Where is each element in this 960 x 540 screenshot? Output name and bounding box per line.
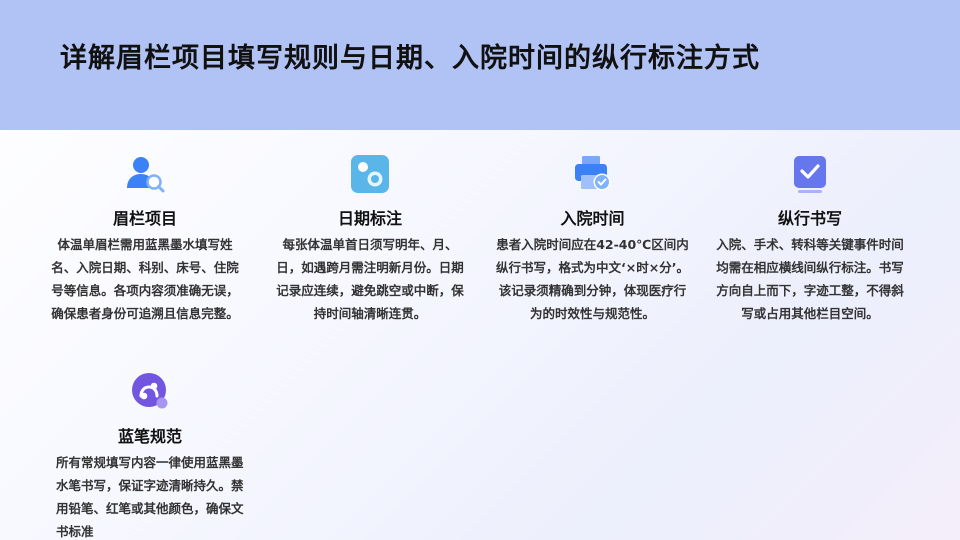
card-header-items: 眉栏项目 体温单眉栏需用蓝黑墨水填写姓名、入院日期、科别、床号、住院号等信息。各…: [50, 154, 240, 325]
card-vertical-writing: 纵行书写 入院、手术、转科等关键事件时间均需在相应横线间纵行标注。书写方向自上而…: [712, 154, 908, 325]
card-title: 眉栏项目: [112, 209, 177, 228]
card-title: 日期标注: [337, 209, 402, 228]
card-date: 日期标注 每张体温单首日须写明年、月、日，如遇跨月需注明新月份。日期记录应连续，…: [275, 154, 465, 325]
card-title: 纵行书写: [777, 209, 842, 228]
card-blue-pen: 蓝笔规范 所有常规填写内容一律使用蓝黑墨水笔书写，保证字迹清晰持久。禁用铅笔、红…: [56, 372, 244, 540]
user-search-icon: [125, 154, 165, 194]
card-admission-time: 入院时间 患者入院时间应在42-40℃区间内纵行书写，格式为中文‘×时×分’。该…: [495, 154, 690, 325]
card-text: 体温单眉栏需用蓝黑墨水填写姓名、入院日期、科别、床号、住院号等信息。各项内容须准…: [51, 237, 239, 321]
card-text: 入院、手术、转科等关键事件时间均需在相应横线间纵行标注。书写方向自上而下，字迹工…: [716, 237, 904, 321]
bubbles-icon: [350, 154, 390, 194]
checkbox-icon: [790, 154, 830, 194]
card-text: 所有常规填写内容一律使用蓝黑墨水笔书写，保证字迹清晰持久。禁用铅笔、红笔或其他颜…: [56, 455, 244, 539]
page-title: 详解眉栏项目填写规则与日期、入院时间的纵行标注方式: [60, 43, 760, 74]
card-text: 每张体温单首日须写明年、月、日，如遇跨月需注明新月份。日期记录应连续，避免跳空或…: [276, 237, 464, 321]
card-title: 蓝笔规范: [117, 427, 182, 446]
card-title: 入院时间: [560, 209, 625, 228]
card-text: 患者入院时间应在42-40℃区间内纵行书写，格式为中文‘×时×分’。该记录须精确…: [496, 237, 689, 321]
printer-check-icon: [573, 154, 613, 194]
link-icon: [130, 372, 170, 412]
